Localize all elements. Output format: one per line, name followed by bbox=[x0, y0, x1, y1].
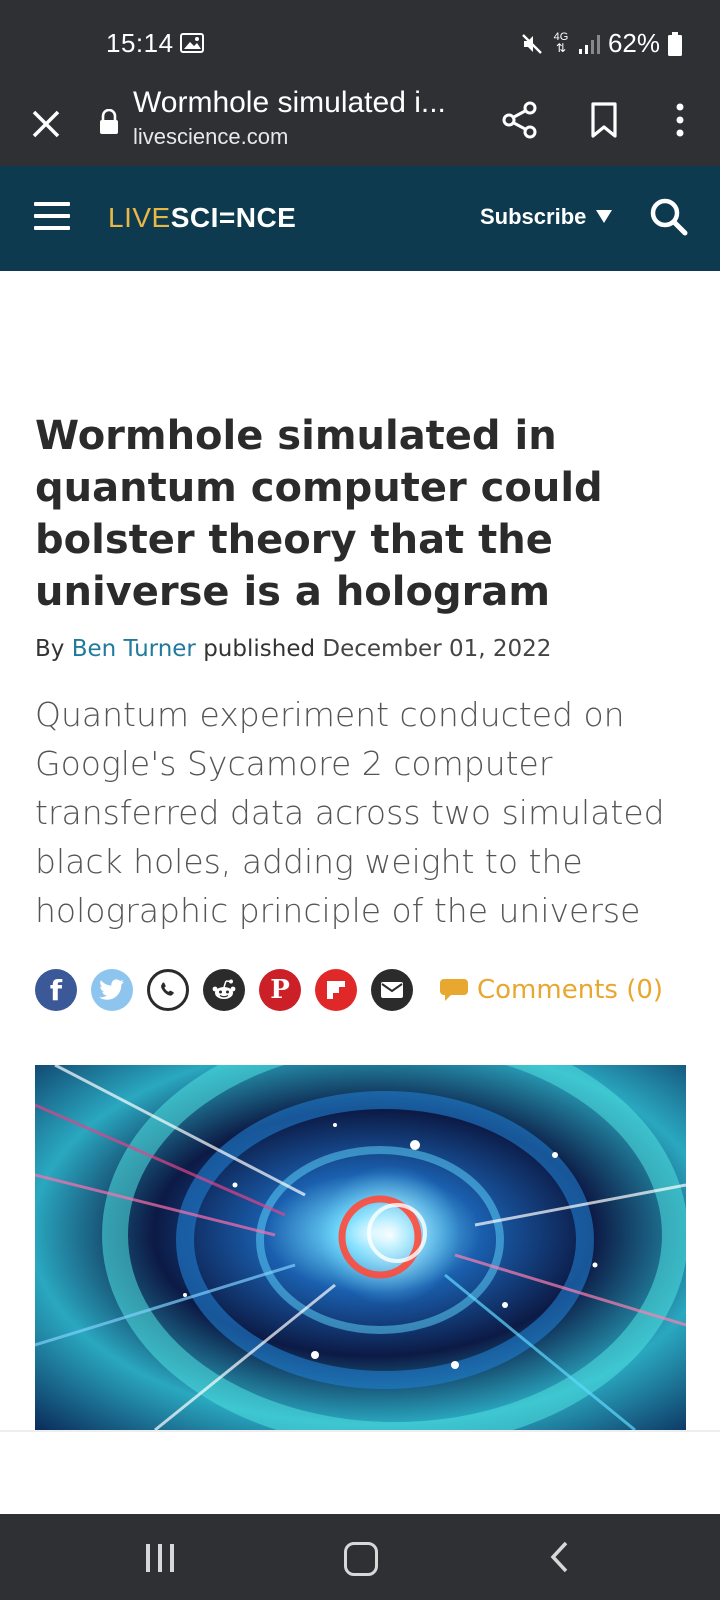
status-time: 15:14 bbox=[106, 28, 174, 58]
home-icon[interactable] bbox=[344, 1542, 378, 1576]
facebook-share-button[interactable]: f bbox=[35, 969, 77, 1011]
caret-down-icon bbox=[596, 209, 613, 223]
pinterest-share-button[interactable]: P bbox=[259, 969, 301, 1011]
wormhole-image bbox=[35, 1065, 686, 1430]
reddit-icon bbox=[212, 979, 236, 999]
subscribe-button[interactable]: Subscribe bbox=[480, 204, 613, 230]
menu-icon[interactable] bbox=[34, 202, 70, 234]
bookmark-icon[interactable] bbox=[586, 98, 622, 142]
lock-icon bbox=[98, 108, 120, 140]
tab-title[interactable]: Wormhole simulated i... bbox=[133, 86, 446, 120]
close-icon[interactable] bbox=[24, 102, 68, 146]
whatsapp-icon bbox=[161, 982, 174, 996]
mute-icon bbox=[520, 32, 544, 56]
back-icon[interactable] bbox=[548, 1540, 572, 1579]
image-icon bbox=[180, 33, 204, 58]
article-headline: Wormhole simulated in quantum computer c… bbox=[35, 413, 603, 615]
whatsapp-share-button[interactable] bbox=[147, 969, 189, 1011]
site-header: LIVESCI=NCE Subscribe bbox=[0, 166, 720, 271]
flipboard-icon bbox=[327, 981, 345, 999]
system-nav-bar bbox=[0, 1514, 720, 1600]
twitter-icon bbox=[99, 979, 124, 1000]
facebook-icon: f bbox=[49, 973, 63, 1007]
content-divider bbox=[0, 1430, 720, 1432]
pinterest-icon: P bbox=[270, 975, 290, 1005]
logo-science: SCI=NCE bbox=[170, 202, 297, 233]
by-label: By bbox=[35, 636, 65, 662]
battery-icon bbox=[668, 31, 682, 56]
email-share-button[interactable] bbox=[371, 969, 413, 1011]
article-standfirst: Quantum experiment conducted on Google's… bbox=[35, 695, 665, 930]
share-icon[interactable] bbox=[500, 98, 540, 142]
publish-date: December 01, 2022 bbox=[322, 636, 552, 662]
article-hero-image[interactable] bbox=[35, 1065, 686, 1430]
subscribe-label: Subscribe bbox=[480, 204, 587, 229]
status-bar: 15:14 4G ⇅ 62% bbox=[0, 0, 720, 84]
published-label: published bbox=[203, 636, 316, 662]
share-bar: f P Comments (0) bbox=[35, 969, 663, 1011]
logo-live: LIVE bbox=[108, 202, 171, 233]
reddit-share-button[interactable] bbox=[203, 969, 245, 1011]
recent-apps-icon[interactable] bbox=[146, 1544, 174, 1572]
email-icon bbox=[381, 982, 403, 998]
site-logo[interactable]: LIVESCI=NCE bbox=[108, 202, 296, 234]
comments-label: Comments (0) bbox=[477, 975, 664, 1005]
byline: By Ben Turner published December 01, 202… bbox=[35, 636, 551, 662]
flipboard-share-button[interactable] bbox=[315, 969, 357, 1011]
data-icon: 4G ⇅ bbox=[553, 31, 569, 55]
author-link[interactable]: Ben Turner bbox=[72, 636, 196, 662]
url-domain[interactable]: livescience.com bbox=[133, 124, 288, 150]
comment-icon bbox=[440, 979, 468, 1001]
signal-icon bbox=[578, 33, 600, 55]
comments-link[interactable]: Comments (0) bbox=[439, 975, 663, 1005]
twitter-share-button[interactable] bbox=[91, 969, 133, 1011]
battery-percent: 62% bbox=[607, 28, 660, 58]
more-icon[interactable] bbox=[664, 98, 696, 142]
search-icon[interactable] bbox=[648, 196, 690, 238]
browser-toolbar: Wormhole simulated i... livescience.com bbox=[0, 84, 720, 166]
